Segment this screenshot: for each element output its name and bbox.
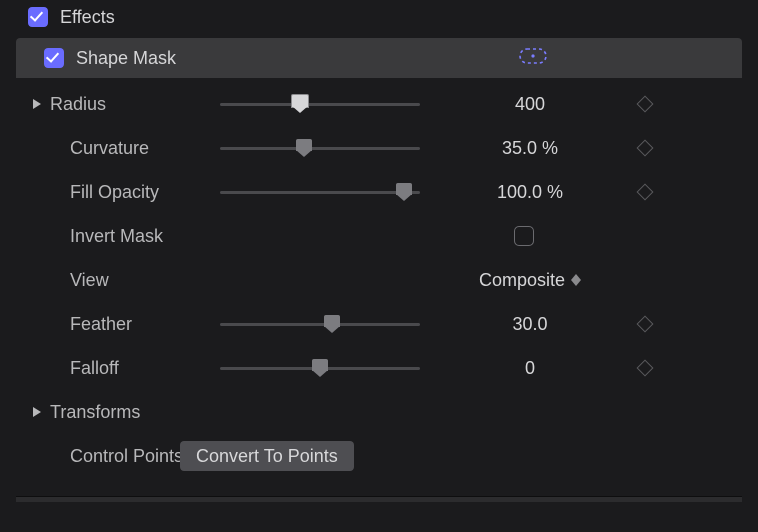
param-row-radius: Radius 400 <box>16 82 742 126</box>
fill-opacity-keyframe[interactable] <box>620 186 670 198</box>
param-row-fill-opacity: Fill Opacity 100.0 % <box>16 170 742 214</box>
radius-label: Radius <box>50 94 220 115</box>
fill-opacity-label: Fill Opacity <box>50 182 220 203</box>
view-popup[interactable]: Composite <box>479 270 581 291</box>
curvature-slider[interactable] <box>220 139 420 157</box>
falloff-value[interactable]: 0 <box>440 358 620 379</box>
param-row-curvature: Curvature 35.0 % <box>16 126 742 170</box>
updown-arrows-icon <box>571 274 581 286</box>
effect-name-label: Shape Mask <box>76 48 176 69</box>
feather-slider[interactable] <box>220 315 420 333</box>
panel-bottom-divider <box>16 496 742 502</box>
curvature-keyframe[interactable] <box>620 142 670 154</box>
transforms-label: Transforms <box>50 402 220 423</box>
convert-to-points-button[interactable]: Convert To Points <box>180 441 354 471</box>
transforms-disclosure[interactable] <box>30 406 44 418</box>
fill-opacity-slider[interactable] <box>220 183 420 201</box>
falloff-slider[interactable] <box>220 359 420 377</box>
feather-keyframe[interactable] <box>620 318 670 330</box>
param-row-invert-mask: Invert Mask <box>16 214 742 258</box>
view-value: Composite <box>479 270 565 291</box>
param-row-control-points: Control Points Convert To Points <box>16 434 742 478</box>
falloff-label: Falloff <box>50 358 220 379</box>
invert-mask-checkbox[interactable] <box>514 226 534 246</box>
effects-panel: Effects Shape Mask Radius 400 <box>0 0 758 502</box>
fill-opacity-value[interactable]: 100.0 % <box>440 182 620 203</box>
feather-value[interactable]: 30.0 <box>440 314 620 335</box>
effects-section-header: Effects <box>0 0 758 34</box>
shape-mask-params: Radius 400 Curvature 35.0 % <box>16 78 742 488</box>
radius-keyframe[interactable] <box>620 98 670 110</box>
effects-section-title: Effects <box>60 7 115 28</box>
falloff-keyframe[interactable] <box>620 362 670 374</box>
shape-mask-icon <box>518 46 548 71</box>
curvature-value[interactable]: 35.0 % <box>440 138 620 159</box>
effects-enable-checkbox[interactable] <box>28 7 48 27</box>
effect-header-shape-mask[interactable]: Shape Mask <box>16 38 742 78</box>
param-row-view: View Composite <box>16 258 742 302</box>
param-row-falloff: Falloff 0 <box>16 346 742 390</box>
invert-mask-label: Invert Mask <box>50 226 220 247</box>
shape-mask-enable-checkbox[interactable] <box>44 48 64 68</box>
feather-label: Feather <box>50 314 220 335</box>
param-row-transforms: Transforms <box>16 390 742 434</box>
param-row-feather: Feather 30.0 <box>16 302 742 346</box>
radius-value[interactable]: 400 <box>440 94 620 115</box>
view-label: View <box>50 270 220 291</box>
radius-slider[interactable] <box>220 95 420 113</box>
curvature-label: Curvature <box>50 138 220 159</box>
radius-disclosure[interactable] <box>30 98 44 110</box>
